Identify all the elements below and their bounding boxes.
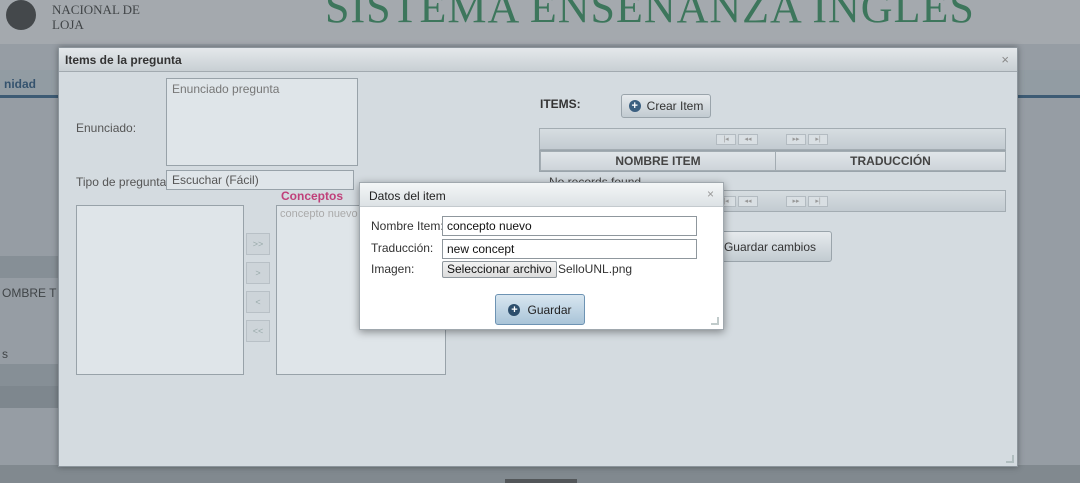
guardar-button[interactable]: + Guardar: [495, 294, 585, 325]
available-list[interactable]: [76, 205, 244, 375]
traduccion-input[interactable]: [442, 239, 697, 259]
guardar-label: Guardar: [527, 302, 572, 317]
prev-page-icon[interactable]: ◂◂: [738, 196, 758, 207]
items-grid: NOMBRE ITEM TRADUCCIÓN: [539, 150, 1006, 172]
prev-page-icon[interactable]: ◂◂: [738, 134, 758, 145]
resize-grip-icon[interactable]: [1006, 455, 1014, 463]
crear-item-button[interactable]: + Crear Item: [621, 94, 711, 118]
item-dialog: Datos del item × Nombre Item: Traducción…: [359, 182, 724, 330]
move-right-button[interactable]: >: [246, 262, 270, 284]
grid-col-nombre[interactable]: NOMBRE ITEM: [540, 151, 776, 171]
enunciado-label: Enunciado:: [76, 121, 137, 135]
items-label: ITEMS:: [540, 97, 581, 111]
move-left-button[interactable]: <: [246, 291, 270, 313]
guardar-cambios-label: Guardar cambios: [723, 239, 817, 254]
selected-file-name: SelloUNL.png: [558, 262, 633, 276]
next-page-icon[interactable]: ▸▸: [786, 134, 806, 145]
item-dialog-titlebar[interactable]: Datos del item ×: [360, 183, 723, 207]
first-page-icon[interactable]: |◂: [716, 134, 736, 145]
enunciado-textarea[interactable]: Enunciado pregunta: [166, 78, 358, 166]
move-all-right-button[interactable]: >>: [246, 233, 270, 255]
plus-icon: +: [508, 303, 521, 316]
close-icon[interactable]: ×: [1001, 52, 1009, 67]
last-page-icon[interactable]: ▸|: [808, 134, 828, 145]
plus-icon: +: [628, 100, 641, 112]
crear-item-label: Crear Item: [646, 99, 704, 113]
item-dialog-title: Datos del item: [369, 189, 446, 203]
last-page-icon[interactable]: ▸|: [808, 196, 828, 207]
grid-pager-top: |◂ ◂◂ ▸▸ ▸|: [539, 128, 1006, 150]
grid-col-traduccion[interactable]: TRADUCCIÓN: [775, 151, 1006, 171]
conceptos-title: Conceptos: [281, 189, 344, 203]
select-file-button[interactable]: Seleccionar archivo: [442, 261, 557, 278]
close-icon[interactable]: ×: [707, 187, 714, 201]
dialog-titlebar[interactable]: Items de la pregunta ×: [59, 48, 1017, 72]
dialog-title: Items de la pregunta: [65, 53, 182, 67]
tipo-pregunta-field[interactable]: Escuchar (Fácil): [166, 170, 354, 190]
resize-grip-icon[interactable]: [711, 317, 719, 325]
nombre-item-label: Nombre Item:: [371, 219, 444, 233]
concepto-list-item[interactable]: concepto nuevo: [280, 208, 358, 220]
guardar-cambios-button[interactable]: Guardar cambios: [708, 231, 832, 262]
nombre-item-input[interactable]: [442, 216, 697, 236]
move-all-left-button[interactable]: <<: [246, 320, 270, 342]
traduccion-label: Traducción:: [371, 241, 434, 255]
next-page-icon[interactable]: ▸▸: [786, 196, 806, 207]
tipo-pregunta-label: Tipo de pregunta:: [76, 175, 170, 189]
imagen-label: Imagen:: [371, 262, 415, 276]
